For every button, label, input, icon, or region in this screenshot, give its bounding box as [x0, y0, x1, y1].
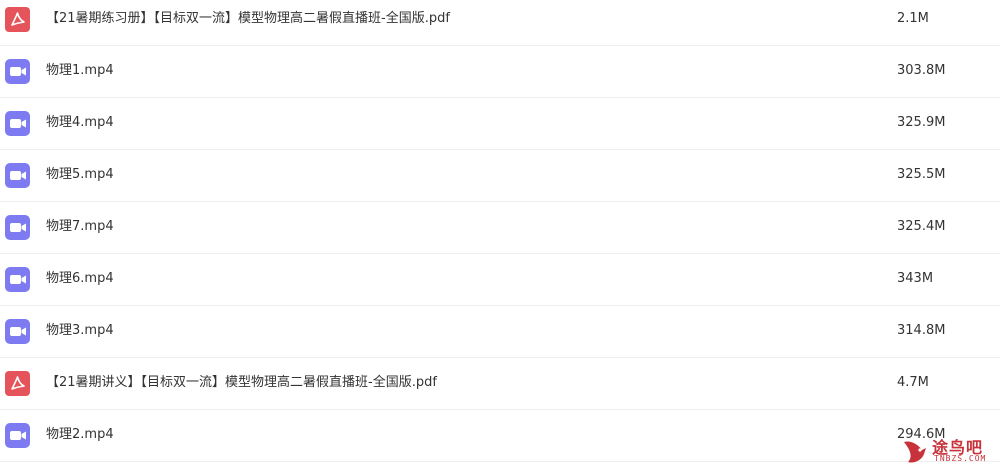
video-icon — [5, 267, 30, 292]
video-icon — [5, 319, 30, 344]
file-size: 325.4M — [897, 219, 946, 234]
file-size: 325.5M — [897, 167, 946, 182]
file-name[interactable]: 物理2.mp4 — [46, 426, 114, 444]
file-list: 【21暑期练习册】【目标双一流】模型物理高二暑假直播班-全国版.pdf 2.1M… — [0, 0, 1000, 474]
file-row[interactable]: 物理5.mp4 325.5M — [0, 150, 1000, 202]
video-icon — [5, 111, 30, 136]
bird-logo-icon — [904, 441, 926, 463]
watermark-subtext: TNBZS.COM — [934, 454, 987, 463]
file-name[interactable]: 物理3.mp4 — [46, 322, 114, 340]
file-name[interactable]: 物理4.mp4 — [46, 114, 114, 132]
file-row[interactable]: 物理6.mp4 343M — [0, 254, 1000, 306]
file-row[interactable]: 物理2.mp4 294.6M — [0, 410, 1000, 462]
file-name[interactable]: 物理1.mp4 — [46, 62, 114, 80]
video-icon — [5, 163, 30, 188]
video-icon — [5, 423, 30, 448]
file-row[interactable]: 【21暑期练习册】【目标双一流】模型物理高二暑假直播班-全国版.pdf 2.1M — [0, 0, 1000, 46]
file-row[interactable]: 【21暑期讲义】【目标双一流】模型物理高二暑假直播班-全国版.pdf 4.7M — [0, 358, 1000, 410]
file-row[interactable]: 物理4.mp4 325.9M — [0, 98, 1000, 150]
file-name[interactable]: 物理7.mp4 — [46, 218, 114, 236]
pdf-icon — [5, 371, 30, 396]
video-icon — [5, 215, 30, 240]
file-name[interactable]: 物理6.mp4 — [46, 270, 114, 288]
file-row[interactable]: 物理3.mp4 314.8M — [0, 306, 1000, 358]
file-row[interactable]: 物理1.mp4 303.8M — [0, 46, 1000, 98]
file-size: 343M — [897, 271, 934, 286]
file-size: 314.8M — [897, 323, 946, 338]
file-name[interactable]: 【21暑期讲义】【目标双一流】模型物理高二暑假直播班-全国版.pdf — [46, 374, 437, 392]
file-size: 325.9M — [897, 115, 946, 130]
file-size: 303.8M — [897, 63, 946, 78]
file-size: 4.7M — [897, 375, 929, 390]
file-size: 2.1M — [897, 11, 929, 26]
video-icon — [5, 59, 30, 84]
watermark-logo: 途鸟吧 TNBZS.COM — [900, 432, 990, 470]
file-row[interactable]: 物理7.mp4 325.4M — [0, 202, 1000, 254]
pdf-icon — [5, 7, 30, 32]
file-name[interactable]: 【21暑期练习册】【目标双一流】模型物理高二暑假直播班-全国版.pdf — [46, 10, 450, 28]
file-name[interactable]: 物理5.mp4 — [46, 166, 114, 184]
